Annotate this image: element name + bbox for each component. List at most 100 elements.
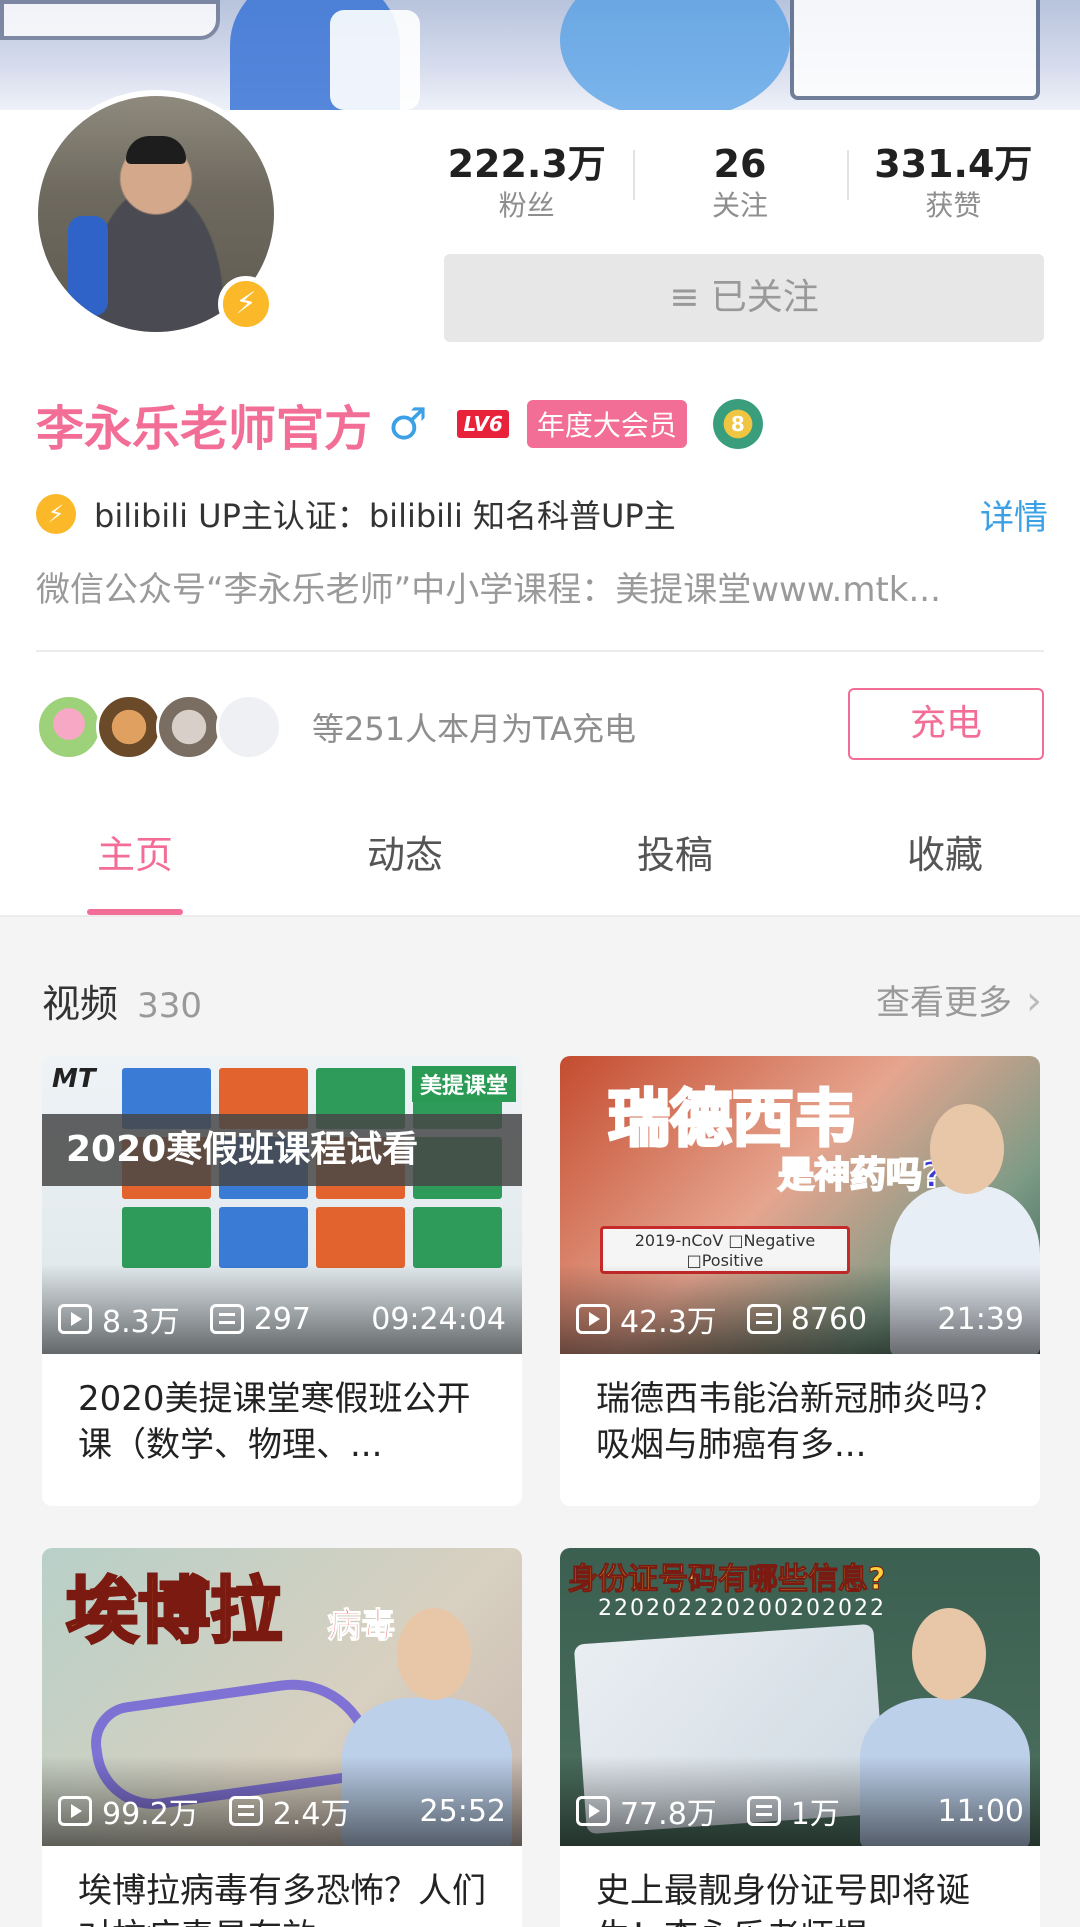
thumbnail-caption: 2020寒假班课程试看 <box>42 1114 522 1186</box>
video-stats: 42.3万 8760 21:39 <box>576 1294 1024 1344</box>
banner-decoration <box>790 0 1040 100</box>
video-title: 埃博拉病毒有多恐怖？人们对抗病毒是有效... <box>78 1871 486 1927</box>
presenter-head <box>912 1608 986 1700</box>
thumbnail-headline: 身份证号码有哪些信息? <box>567 1562 886 1598</box>
profile-stats: 222.3万 粉丝 26 关注 331.4万 获赞 <box>420 140 1060 222</box>
charger-avatar <box>36 694 102 760</box>
banner-decoration <box>330 10 420 110</box>
video-card[interactable]: 埃博拉 病毒 99.2万 2.4万 25:52 埃博拉病毒有多恐怖？人们对抗病毒… <box>42 1548 522 1927</box>
stat-number: 222.3万 <box>447 142 606 186</box>
stat-number: 331.4万 <box>874 142 1033 186</box>
profile-header: ⚡ 222.3万 粉丝 26 关注 331.4万 获赞 ≡ 已关注 李永乐老师官… <box>0 90 1080 917</box>
charger-avatar <box>156 694 222 760</box>
danmaku-icon <box>746 1304 781 1334</box>
video-duration: 25:52 <box>419 1793 506 1829</box>
name-row: 李永乐老师官方 ♂ LV6 年度大会员 8 <box>36 392 763 457</box>
danmaku-count: 1万 <box>790 1797 840 1832</box>
thumbnail-subheadline: 病毒 <box>327 1606 396 1647</box>
video-title: 瑞德西韦能治新冠肺炎吗？吸烟与肺癌有多... <box>596 1379 1004 1465</box>
videos-section-header: 视频 330 查看更多 › <box>42 973 1042 1029</box>
danmaku-icon <box>209 1304 244 1334</box>
charge-button[interactable]: 充电 <box>848 688 1044 760</box>
presenter-head <box>930 1104 1004 1194</box>
tab-favorites[interactable]: 收藏 <box>810 800 1080 915</box>
course-tile <box>219 1206 308 1268</box>
video-title: 史上最靓身份证号即将诞生！李永乐老师揭... <box>596 1871 970 1927</box>
verification-text: bilibili UP主认证：bilibili 知名科普UP主 <box>94 497 676 535</box>
charge-row: 等251人本月为TA充电 充电 <box>36 688 1044 764</box>
username: 李永乐老师官方 <box>36 401 373 457</box>
danmaku-count: 8760 <box>790 1301 868 1337</box>
charge-count-text: 等251人本月为TA充电 <box>312 710 637 748</box>
video-duration: 11:00 <box>937 1793 1024 1829</box>
stat-label: 粉丝 <box>498 189 555 222</box>
play-count-icon <box>58 1796 92 1826</box>
presenter-head <box>397 1608 471 1700</box>
video-card[interactable]: 身份证号码有哪些信息? 220202220200202022 77.8万 1万 … <box>560 1548 1040 1927</box>
view-more-label: 查看更多 <box>876 983 1012 1023</box>
video-title: 2020美提课堂寒假班公开课（数学、物理、... <box>78 1379 471 1465</box>
thumbnail-id-number: 220202220200202022 <box>598 1596 886 1621</box>
video-stats: 99.2万 2.4万 25:52 <box>58 1786 506 1836</box>
profile-tabs: 主页 动态 投稿 收藏 <box>0 800 1080 917</box>
section-title: 视频 <box>42 982 119 1026</box>
view-more-link[interactable]: 查看更多 › <box>876 975 1042 1024</box>
play-count-icon <box>576 1304 610 1334</box>
video-duration: 21:39 <box>937 1301 1024 1337</box>
thumbnail-headline: 埃博拉 <box>64 1568 283 1655</box>
tab-home[interactable]: 主页 <box>0 800 270 915</box>
stat-fans[interactable]: 222.3万 粉丝 <box>420 140 633 222</box>
details-link[interactable]: 详情 <box>980 490 1048 539</box>
stat-likes[interactable]: 331.4万 获赞 <box>846 140 1060 222</box>
play-count-icon <box>58 1304 92 1334</box>
video-duration: 09:24:04 <box>371 1301 506 1337</box>
play-count: 77.8万 <box>620 1797 717 1832</box>
video-thumbnail: 埃博拉 病毒 99.2万 2.4万 25:52 <box>42 1548 522 1846</box>
followed-button[interactable]: ≡ 已关注 <box>444 254 1044 342</box>
tab-dynamics[interactable]: 动态 <box>270 800 540 915</box>
video-stats: 8.3万 297 09:24:04 <box>58 1294 506 1344</box>
stat-number: 26 <box>713 142 767 186</box>
danmaku-icon <box>746 1796 781 1826</box>
video-card[interactable]: 瑞德西韦 是神药吗? 2019-nCoV □Negative □Positive… <box>560 1056 1040 1506</box>
play-count: 42.3万 <box>620 1305 717 1340</box>
video-card[interactable]: MT 美提课堂 2020寒假班课程试看 8.3万 297 09:24:04 20… <box>42 1056 522 1506</box>
medal-icon[interactable]: 8 <box>712 399 763 449</box>
verification-row: ⚡ bilibili UP主认证：bilibili 知名科普UP主 详情 <box>36 484 1048 544</box>
danmaku-count: 297 <box>253 1301 311 1337</box>
thumbnail-brand: MT <box>52 1064 96 1094</box>
verified-lightning-icon: ⚡ <box>218 276 274 332</box>
level-badge: LV6 <box>457 410 509 438</box>
play-count: 99.2万 <box>102 1797 199 1832</box>
play-count: 8.3万 <box>102 1305 180 1340</box>
avatar-detail <box>126 136 186 164</box>
verified-lightning-icon: ⚡ <box>36 494 76 534</box>
stat-label: 获赞 <box>925 189 982 222</box>
default-tv-avatar-icon <box>216 694 282 760</box>
video-thumbnail: 瑞德西韦 是神药吗? 2019-nCoV □Negative □Positive… <box>560 1056 1040 1354</box>
banner-decoration <box>0 0 220 40</box>
danmaku-count: 2.4万 <box>272 1797 351 1832</box>
thumbnail-subheadline: 是神药吗? <box>777 1154 944 1197</box>
stat-label: 关注 <box>711 189 768 222</box>
video-stats: 77.8万 1万 11:00 <box>576 1786 1024 1836</box>
stat-following[interactable]: 26 关注 <box>633 140 846 222</box>
vip-badge[interactable]: 年度大会员 <box>526 400 687 448</box>
danmaku-icon <box>228 1796 263 1826</box>
profile-signature[interactable]: 微信公众号“李永乐老师”中小学课程：美提课堂www.mtk... <box>36 562 1036 611</box>
video-thumbnail: 身份证号码有哪些信息? 220202220200202022 77.8万 1万 … <box>560 1548 1040 1846</box>
male-icon: ♂ <box>388 398 428 450</box>
thumbnail-tag: 美提课堂 <box>411 1066 516 1102</box>
video-thumbnail: MT 美提课堂 2020寒假班课程试看 8.3万 297 09:24:04 <box>42 1056 522 1354</box>
thumbnail-headline: 瑞德西韦 <box>606 1081 857 1157</box>
divider <box>36 650 1044 652</box>
play-count-icon <box>576 1796 610 1826</box>
course-tile <box>122 1206 211 1268</box>
charger-avatar <box>96 694 162 760</box>
tab-uploads[interactable]: 投稿 <box>540 800 810 915</box>
course-tile <box>316 1206 405 1268</box>
avatar[interactable]: ⚡ <box>32 90 280 338</box>
course-tile <box>413 1206 502 1268</box>
section-count: 330 <box>137 986 203 1026</box>
banner-decoration <box>560 0 790 110</box>
